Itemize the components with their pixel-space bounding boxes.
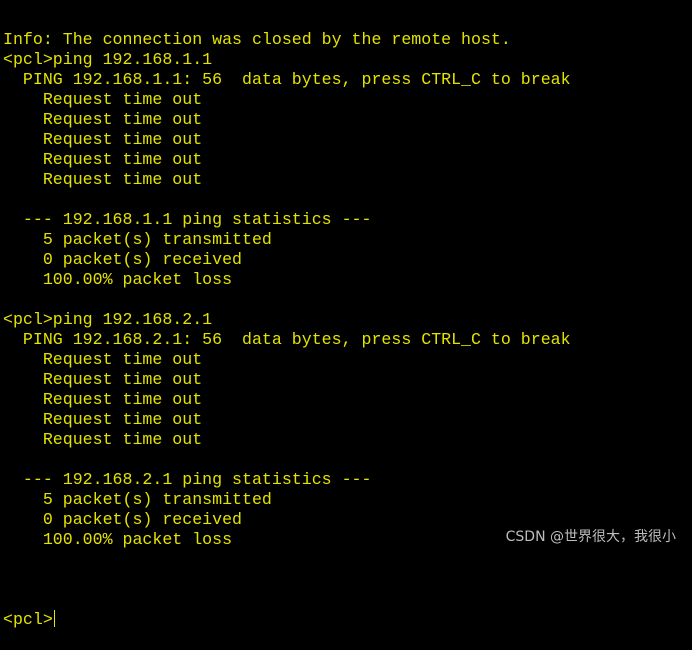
terminal-line: Request time out <box>3 170 203 189</box>
prompt: <pcl> <box>3 610 53 629</box>
terminal-line: Request time out <box>3 390 203 409</box>
terminal-line: Request time out <box>3 110 203 129</box>
prompt-line[interactable]: <pcl> <box>3 610 571 630</box>
terminal-line: PING 192.168.1.1: 56 data bytes, press C… <box>3 70 571 89</box>
terminal-line: --- 192.168.2.1 ping statistics --- <box>3 470 372 489</box>
terminal-output[interactable]: Info: The connection was closed by the r… <box>3 0 571 650</box>
terminal-line: 5 packet(s) transmitted <box>3 230 272 249</box>
terminal-line: Request time out <box>3 150 203 169</box>
terminal-line: <pcl>ping 192.168.1.1 <box>3 50 213 69</box>
terminal-line: Request time out <box>3 350 203 369</box>
terminal-line: PING 192.168.2.1: 56 data bytes, press C… <box>3 330 571 349</box>
terminal-line: Request time out <box>3 410 203 429</box>
terminal-line: Request time out <box>3 130 203 149</box>
terminal-line: 0 packet(s) received <box>3 250 242 269</box>
terminal-line: 100.00% packet loss <box>3 270 233 289</box>
terminal-line: Request time out <box>3 90 203 109</box>
terminal-lines: Info: The connection was closed by the r… <box>3 30 571 570</box>
terminal-line: <pcl>ping 192.168.2.1 <box>3 310 213 329</box>
terminal-line: Info: The connection was closed by the r… <box>3 30 511 49</box>
terminal-line: 0 packet(s) received <box>3 510 242 529</box>
terminal-line: 5 packet(s) transmitted <box>3 490 272 509</box>
watermark: CSDN @世界很大，我很小 <box>505 529 676 545</box>
terminal-line: 100.00% packet loss <box>3 530 233 549</box>
terminal-line: Request time out <box>3 370 203 389</box>
text-cursor <box>53 610 55 627</box>
terminal-line: --- 192.168.1.1 ping statistics --- <box>3 210 372 229</box>
terminal-line: Request time out <box>3 430 203 449</box>
